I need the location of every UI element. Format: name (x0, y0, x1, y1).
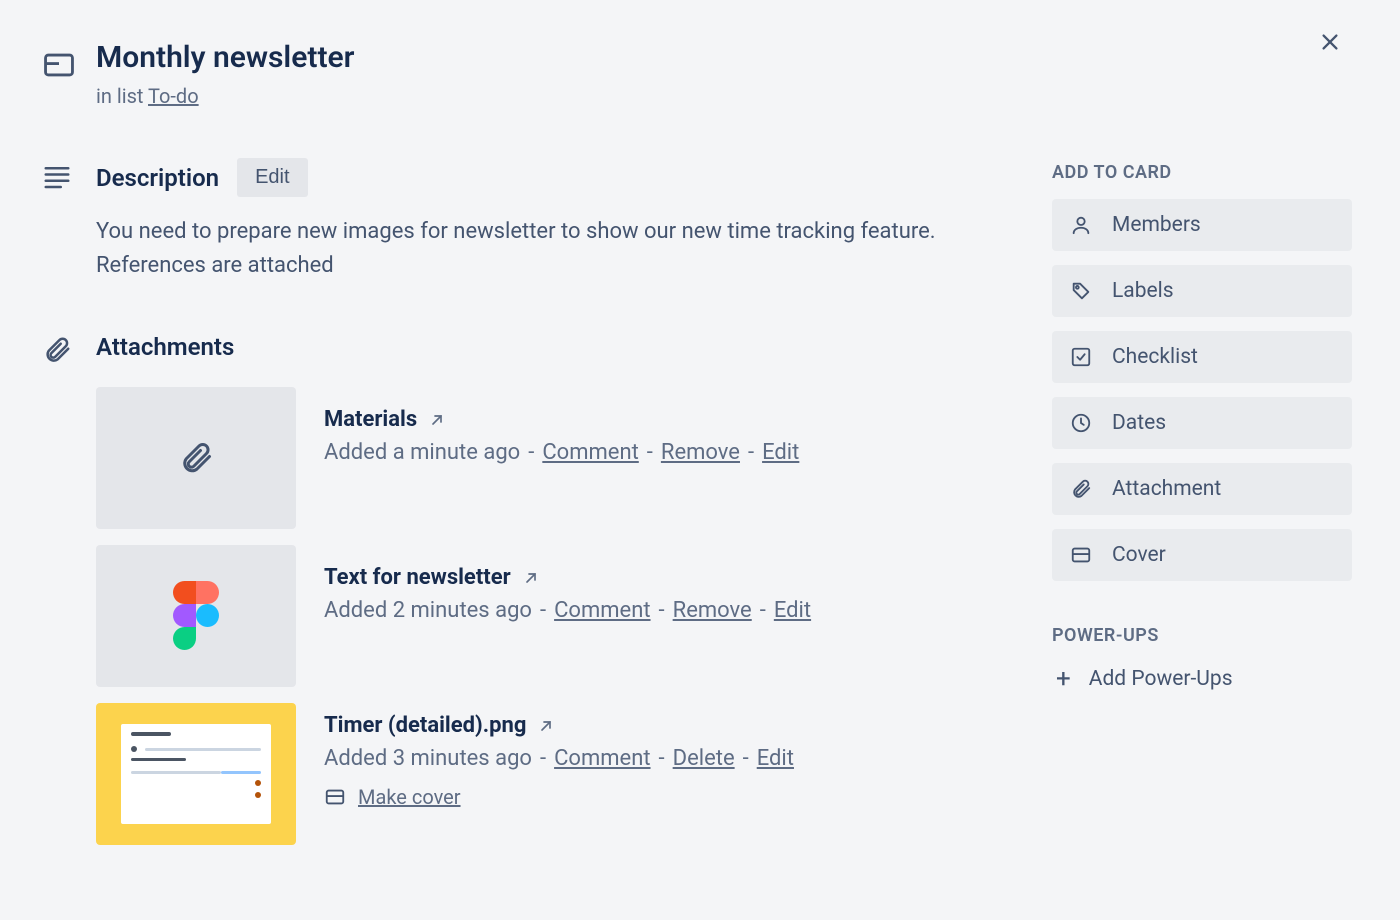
attachment-thumbnail[interactable] (96, 703, 296, 845)
image-preview (96, 703, 296, 845)
cover-label: Cover (1112, 543, 1166, 567)
attachment-icon (1070, 478, 1098, 500)
attachment-edit-link[interactable]: Edit (762, 440, 799, 465)
attachment-added-time: Added 3 minutes ago (324, 746, 532, 771)
attachment-name-label: Timer (detailed).png (324, 713, 526, 738)
make-cover-button[interactable]: Make cover (324, 785, 461, 809)
description-heading: Description (96, 164, 219, 192)
dates-icon (1070, 412, 1098, 434)
attachment-delete-link[interactable]: Delete (673, 746, 735, 771)
attachments-heading: Attachments (96, 333, 234, 361)
checklist-icon (1070, 346, 1098, 368)
external-link-icon (429, 412, 445, 428)
cover-button[interactable]: Cover (1052, 529, 1352, 581)
attachment-label: Attachment (1112, 477, 1221, 501)
checklist-label: Checklist (1112, 345, 1198, 369)
add-powerups-button[interactable]: + Add Power-Ups (1052, 662, 1352, 692)
attachment-edit-link[interactable]: Edit (757, 746, 794, 771)
checklist-button[interactable]: Checklist (1052, 331, 1352, 383)
attachment-edit-link[interactable]: Edit (774, 598, 811, 623)
external-link-icon (538, 718, 554, 734)
labels-icon (1070, 280, 1098, 302)
cover-icon (324, 786, 346, 808)
edit-description-button[interactable]: Edit (237, 158, 307, 197)
card-list-location: in list To-do (96, 84, 1352, 108)
dates-button[interactable]: Dates (1052, 397, 1352, 449)
attachment-name-link[interactable]: Materials (324, 407, 445, 432)
attachment-name-label: Materials (324, 407, 417, 432)
attachment-added-time: Added 2 minutes ago (324, 598, 532, 623)
labels-label: Labels (1112, 279, 1174, 303)
attachment-remove-link[interactable]: Remove (673, 598, 752, 623)
description-icon (42, 162, 72, 192)
attachment-comment-link[interactable]: Comment (554, 746, 650, 771)
make-cover-label: Make cover (358, 785, 461, 809)
members-button[interactable]: Members (1052, 199, 1352, 251)
close-button[interactable] (1310, 22, 1350, 62)
attachment-thumbnail[interactable] (96, 545, 296, 687)
attachment-generic-icon (178, 440, 214, 476)
list-link[interactable]: To-do (148, 84, 199, 108)
figma-icon (173, 581, 219, 651)
add-powerups-label: Add Power-Ups (1089, 667, 1233, 691)
external-link-icon (523, 570, 539, 586)
labels-button[interactable]: Labels (1052, 265, 1352, 317)
attachment-comment-link[interactable]: Comment (542, 440, 638, 465)
attachment-name-label: Text for newsletter (324, 565, 511, 590)
card-title[interactable]: Monthly newsletter (96, 40, 1352, 76)
description-text[interactable]: You need to prepare new images for newsl… (96, 215, 976, 283)
attachment-thumbnail[interactable] (96, 387, 296, 529)
add-to-card-heading: ADD TO CARD (1052, 162, 1352, 183)
members-label: Members (1112, 213, 1201, 237)
attachments-icon (42, 335, 72, 365)
close-icon (1319, 31, 1341, 53)
members-icon (1070, 214, 1098, 236)
cover-icon (1070, 544, 1098, 566)
attachment-item: Timer (detailed).png Added 3 minutes ago… (96, 703, 1012, 845)
dates-label: Dates (1112, 411, 1166, 435)
attachment-name-link[interactable]: Text for newsletter (324, 565, 539, 590)
attachment-added-time: Added a minute ago (324, 440, 520, 465)
subtitle-prefix: in list (96, 84, 148, 108)
plus-icon: + (1056, 666, 1071, 692)
powerups-heading: POWER-UPS (1052, 625, 1352, 646)
attachment-item: Text for newsletter Added 2 minutes ago-… (96, 545, 1012, 687)
attachment-item: Materials Added a minute ago-Comment-Rem… (96, 387, 1012, 529)
attachment-button[interactable]: Attachment (1052, 463, 1352, 515)
attachment-name-link[interactable]: Timer (detailed).png (324, 713, 554, 738)
attachment-comment-link[interactable]: Comment (554, 598, 650, 623)
card-icon (42, 48, 76, 82)
attachment-remove-link[interactable]: Remove (661, 440, 740, 465)
